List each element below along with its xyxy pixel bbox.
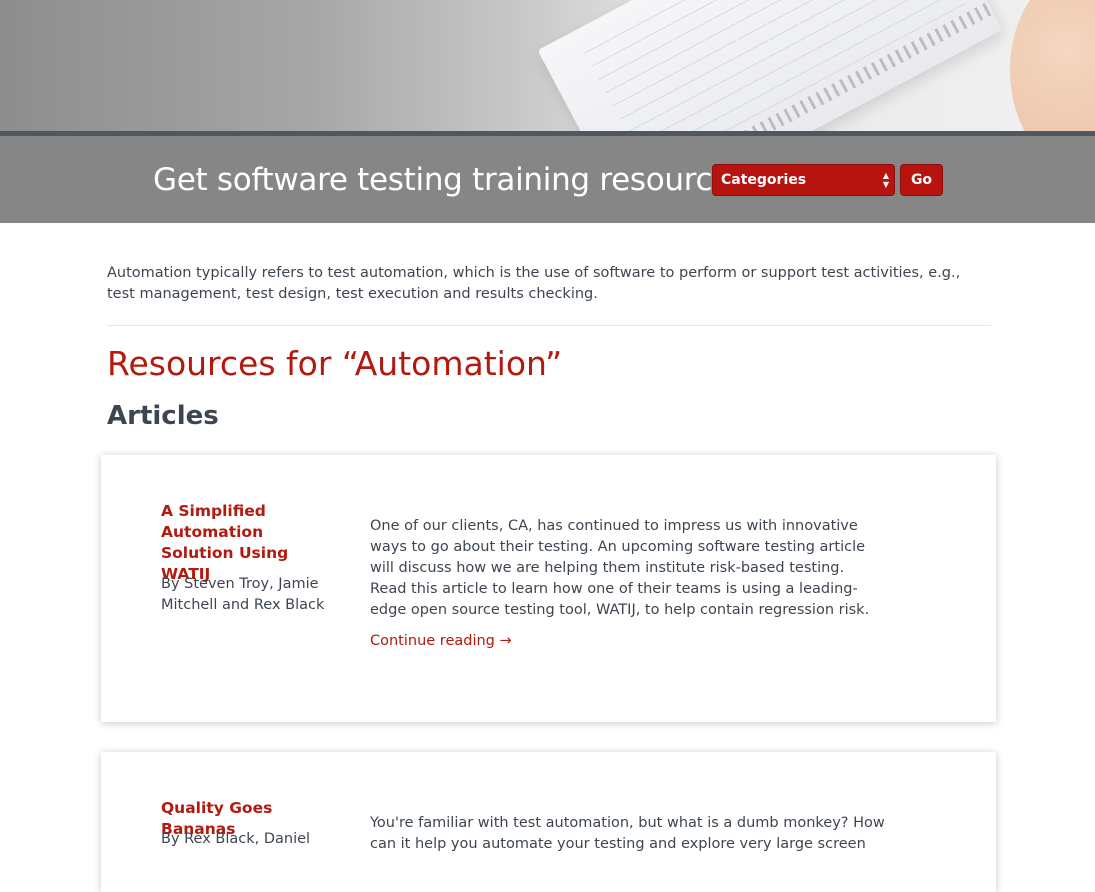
intro-text: Automation typically refers to test auto… — [107, 265, 961, 302]
article-excerpt: One of our clients, CA, has continued to… — [370, 518, 870, 618]
divider — [107, 325, 991, 326]
article-byline: By Rex Black, Daniel — [161, 831, 311, 847]
articles-heading: Articles — [107, 401, 219, 431]
hero-banner-image — [0, 0, 1095, 131]
article-byline: By Steven Troy, Jamie Mitchell and Rex B… — [161, 576, 325, 613]
article-card: A Simplified Automation Solution Using W… — [101, 455, 996, 722]
go-button[interactable]: Go — [900, 164, 943, 196]
article-title-link[interactable]: A Simplified Automation Solution Using W… — [161, 501, 331, 585]
categories-select-value: Categories — [721, 172, 807, 188]
select-arrows-icon: ▲ ▼ — [882, 171, 889, 189]
page-title: Resources for “Automation” — [107, 344, 563, 383]
categories-select[interactable]: Categories ▲ ▼ — [712, 164, 895, 196]
continue-reading-link[interactable]: Continue reading → — [370, 631, 512, 652]
hand-image — [1010, 0, 1095, 131]
search-bar-title: Get software testing training resources: — [153, 162, 758, 198]
notebook-image — [537, 0, 1003, 131]
article-excerpt: You're familiar with test automation, bu… — [370, 815, 885, 852]
article-card: Quality Goes Bananas By Rex Black, Danie… — [101, 752, 996, 892]
